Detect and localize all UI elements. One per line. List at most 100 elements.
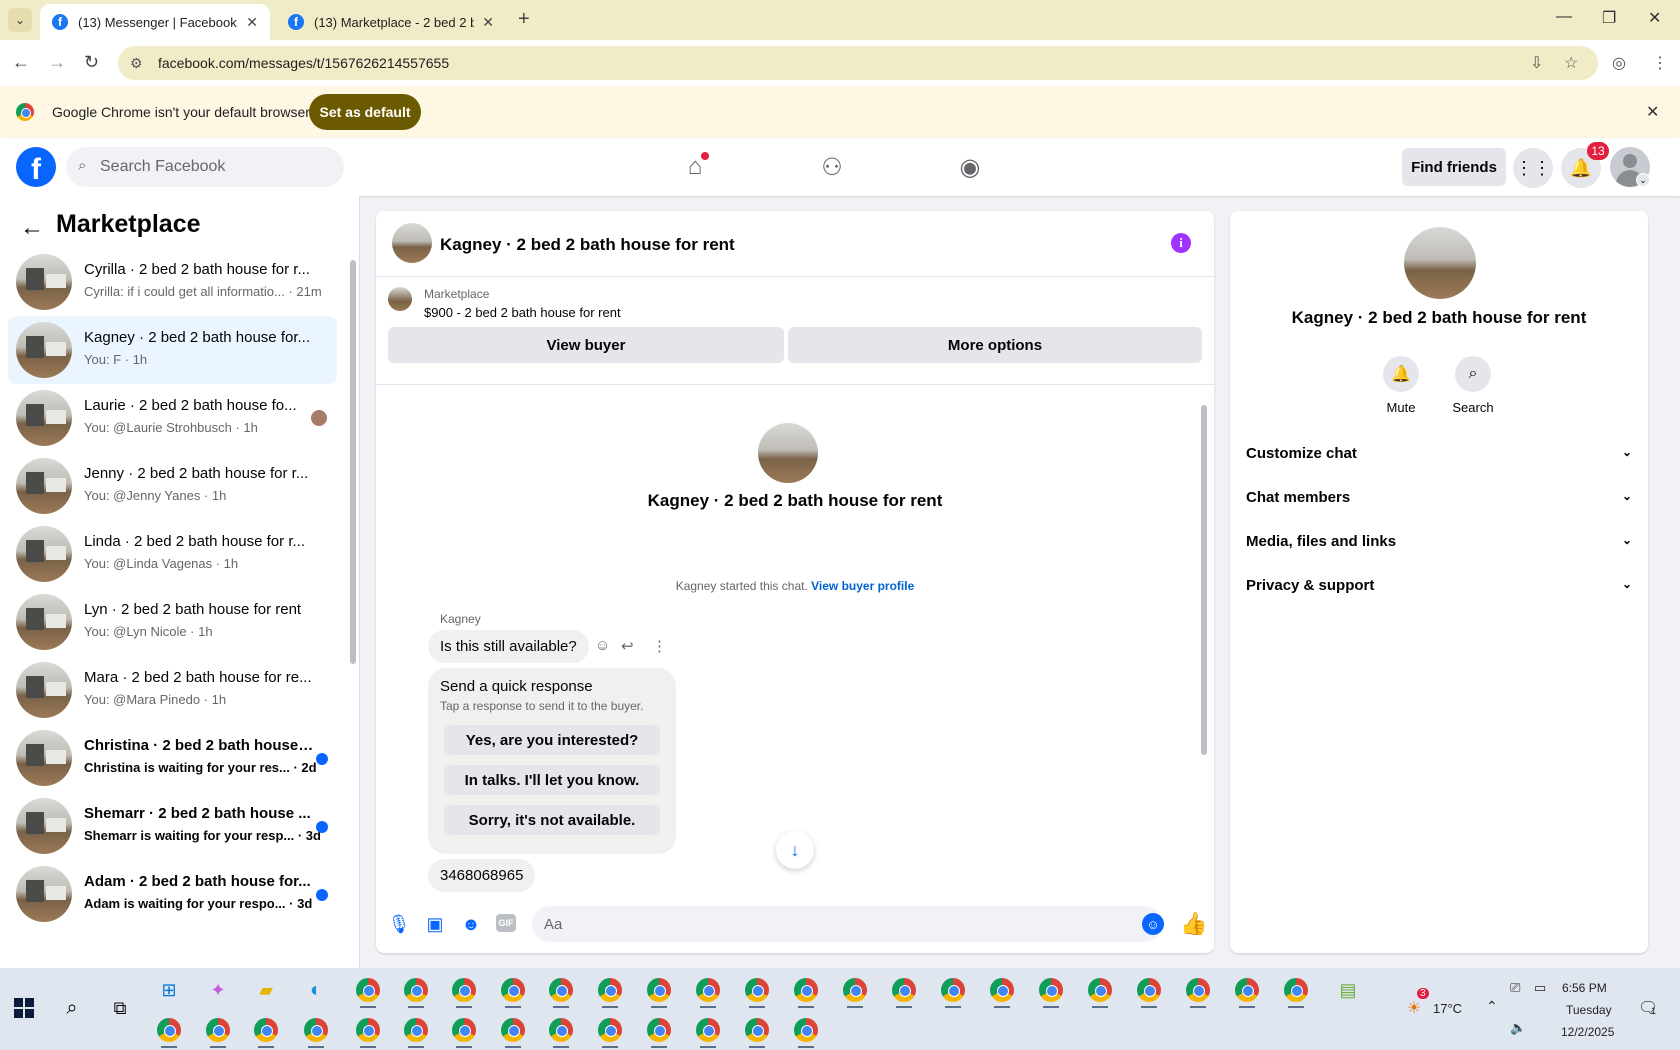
new-tab-button[interactable]: + — [518, 8, 530, 31]
chrome-taskbar-icon[interactable] — [448, 1014, 480, 1048]
tab-search-dropdown[interactable]: ⌄ — [8, 8, 32, 32]
app-stack-icon[interactable]: ▤ — [1332, 974, 1364, 1006]
back-icon[interactable]: ← — [12, 52, 30, 73]
chrome-taskbar-icon[interactable] — [1231, 974, 1263, 1008]
volume-icon[interactable]: 🔈 — [1510, 1020, 1526, 1036]
chrome-taskbar-icon[interactable] — [1133, 974, 1165, 1008]
message-bubble[interactable]: 3468068965 — [428, 859, 536, 892]
profile-icon[interactable]: ◎ — [1612, 53, 1626, 73]
emoji-icon[interactable]: ☺ — [1142, 913, 1164, 935]
url-field[interactable]: ⚙ facebook.com/messages/t/15676262145576… — [118, 46, 1598, 80]
photo-icon[interactable]: ▣ — [424, 913, 446, 935]
privacy-support-section[interactable]: Privacy & support ⌄ — [1246, 577, 1632, 594]
scroll-down-arrow-icon[interactable]: ↓ — [776, 831, 814, 869]
install-app-icon[interactable]: ⇩ — [1530, 53, 1543, 73]
chrome-taskbar-icon[interactable] — [741, 1014, 773, 1048]
chat-avatar[interactable] — [392, 223, 432, 263]
conversation-item[interactable]: Shemarr · 2 bed 2 bath house ... Shemarr… — [8, 792, 337, 860]
list-scrollbar[interactable] — [349, 254, 357, 848]
meet-icon[interactable]: ⎚ — [1510, 980, 1520, 996]
chrome-taskbar-icon[interactable] — [643, 974, 675, 1008]
mute-button[interactable]: 🔔 Mute — [1366, 356, 1436, 415]
forward-icon[interactable]: → — [48, 52, 66, 73]
view-buyer-profile-link[interactable]: View buyer profile — [811, 579, 914, 593]
chrome-taskbar-icon[interactable] — [448, 974, 480, 1008]
facebook-logo-icon[interactable]: f — [16, 147, 56, 187]
info-icon[interactable]: i — [1171, 233, 1191, 253]
chrome-taskbar-icon[interactable] — [643, 1014, 675, 1048]
conversation-item[interactable]: Christina · 2 bed 2 bath house ... Chris… — [8, 724, 337, 792]
sticker-icon[interactable]: ☻ — [460, 913, 482, 935]
chat-title[interactable]: Kagney · 2 bed 2 bath house for rent — [440, 235, 735, 255]
bookmark-star-icon[interactable]: ☆ — [1564, 53, 1578, 73]
clock-time[interactable]: 6:56 PM — [1562, 981, 1607, 995]
reload-icon[interactable]: ↻ — [84, 52, 99, 73]
chevron-up-icon[interactable]: ⌃ — [1486, 998, 1498, 1015]
conversation-item[interactable]: Lyn · 2 bed 2 bath house for rent You: @… — [8, 588, 337, 656]
close-infobar-icon[interactable]: ✕ — [1646, 102, 1659, 122]
chrome-taskbar-icon[interactable] — [594, 1014, 626, 1048]
quick-response-button[interactable]: Yes, are you interested? — [444, 725, 660, 755]
edge-icon[interactable]: ◐ — [300, 974, 332, 1006]
message-bubble[interactable]: Is this still available? — [428, 630, 589, 663]
network-icon[interactable]: ▭ — [1534, 980, 1546, 996]
close-tab-icon[interactable]: ✕ — [482, 14, 494, 31]
chrome-taskbar-icon[interactable] — [1280, 974, 1312, 1008]
chrome-taskbar-icon[interactable] — [692, 974, 724, 1008]
chrome-taskbar-icon[interactable] — [741, 974, 773, 1008]
react-icon[interactable]: ☺ — [595, 637, 610, 654]
chrome-taskbar-icon[interactable] — [888, 974, 920, 1008]
listing-price[interactable]: $900 - 2 bed 2 bath house for rent — [424, 305, 621, 320]
weather-temp[interactable]: 17°C — [1433, 1001, 1462, 1016]
clock-day[interactable]: Tuesday — [1566, 1003, 1612, 1017]
search-button[interactable]: ⌕ Search — [1438, 356, 1508, 415]
chrome-taskbar-icon[interactable] — [300, 1014, 332, 1048]
more-options-button[interactable]: More options — [788, 327, 1202, 363]
chrome-taskbar-icon[interactable] — [400, 974, 432, 1008]
microphone-icon[interactable]: 🎙 — [388, 913, 411, 935]
thread-scrollbar[interactable] — [1199, 389, 1209, 889]
view-buyer-button[interactable]: View buyer — [388, 327, 784, 363]
chrome-taskbar-icon[interactable] — [400, 1014, 432, 1048]
chrome-taskbar-icon[interactable] — [1084, 974, 1116, 1008]
close-tab-icon[interactable]: ✕ — [246, 14, 258, 31]
chrome-taskbar-icon[interactable] — [594, 974, 626, 1008]
media-files-links-section[interactable]: Media, files and links ⌄ — [1246, 533, 1632, 550]
chat-members-section[interactable]: Chat members ⌄ — [1246, 489, 1632, 506]
conversation-item[interactable]: Cyrilla · 2 bed 2 bath house for r... Cy… — [8, 248, 337, 316]
chrome-taskbar-icon[interactable] — [1182, 974, 1214, 1008]
message-input[interactable]: Aa — [532, 906, 1162, 942]
tab-marketplace[interactable]: f (13) Marketplace - 2 bed 2 bath ✕ — [276, 4, 506, 40]
file-explorer-icon[interactable]: ▰ — [250, 974, 282, 1006]
conversation-item[interactable]: Linda · 2 bed 2 bath house for r... You:… — [8, 520, 337, 588]
restore-icon[interactable]: ❐ — [1602, 8, 1616, 28]
quick-response-button[interactable]: In talks. I'll let you know. — [444, 765, 660, 795]
chrome-taskbar-icon[interactable] — [153, 1014, 185, 1048]
chrome-taskbar-icon[interactable] — [202, 1014, 234, 1048]
site-info-icon[interactable]: ⚙ — [130, 55, 143, 72]
chrome-taskbar-icon[interactable] — [250, 1014, 282, 1048]
chrome-taskbar-icon[interactable] — [497, 974, 529, 1008]
chrome-taskbar-icon[interactable] — [986, 974, 1018, 1008]
back-arrow-icon[interactable]: ← — [20, 214, 44, 242]
store-icon[interactable]: ⊞ — [153, 974, 185, 1006]
minimize-icon[interactable]: — — [1556, 8, 1572, 26]
customize-chat-section[interactable]: Customize chat ⌄ — [1246, 445, 1632, 462]
chrome-taskbar-icon[interactable] — [692, 1014, 724, 1048]
search-facebook-input[interactable]: ⌕ Search Facebook — [66, 147, 344, 187]
chrome-taskbar-icon[interactable] — [545, 974, 577, 1008]
chrome-taskbar-icon[interactable] — [352, 1014, 384, 1048]
reply-icon[interactable]: ↩ — [621, 637, 634, 655]
set-default-button[interactable]: Set as default — [309, 94, 421, 130]
chrome-taskbar-icon[interactable] — [790, 1014, 822, 1048]
menu-grid-icon[interactable]: ⋮⋮ — [1513, 148, 1553, 188]
gif-icon[interactable]: GIF — [496, 914, 516, 932]
conversation-item[interactable]: Adam · 2 bed 2 bath house for... Adam is… — [8, 860, 337, 928]
conversation-item-selected[interactable]: Kagney · 2 bed 2 bath house for... You: … — [8, 316, 337, 384]
start-icon[interactable] — [14, 998, 34, 1018]
chrome-taskbar-icon[interactable] — [790, 974, 822, 1008]
tab-messenger[interactable]: f (13) Messenger | Facebook ✕ — [40, 4, 270, 40]
conversation-item[interactable]: Laurie · 2 bed 2 bath house fo... You: @… — [8, 384, 337, 452]
clock-date[interactable]: 12/2/2025 — [1561, 1025, 1614, 1039]
conversation-item[interactable]: Jenny · 2 bed 2 bath house for r... You:… — [8, 452, 337, 520]
